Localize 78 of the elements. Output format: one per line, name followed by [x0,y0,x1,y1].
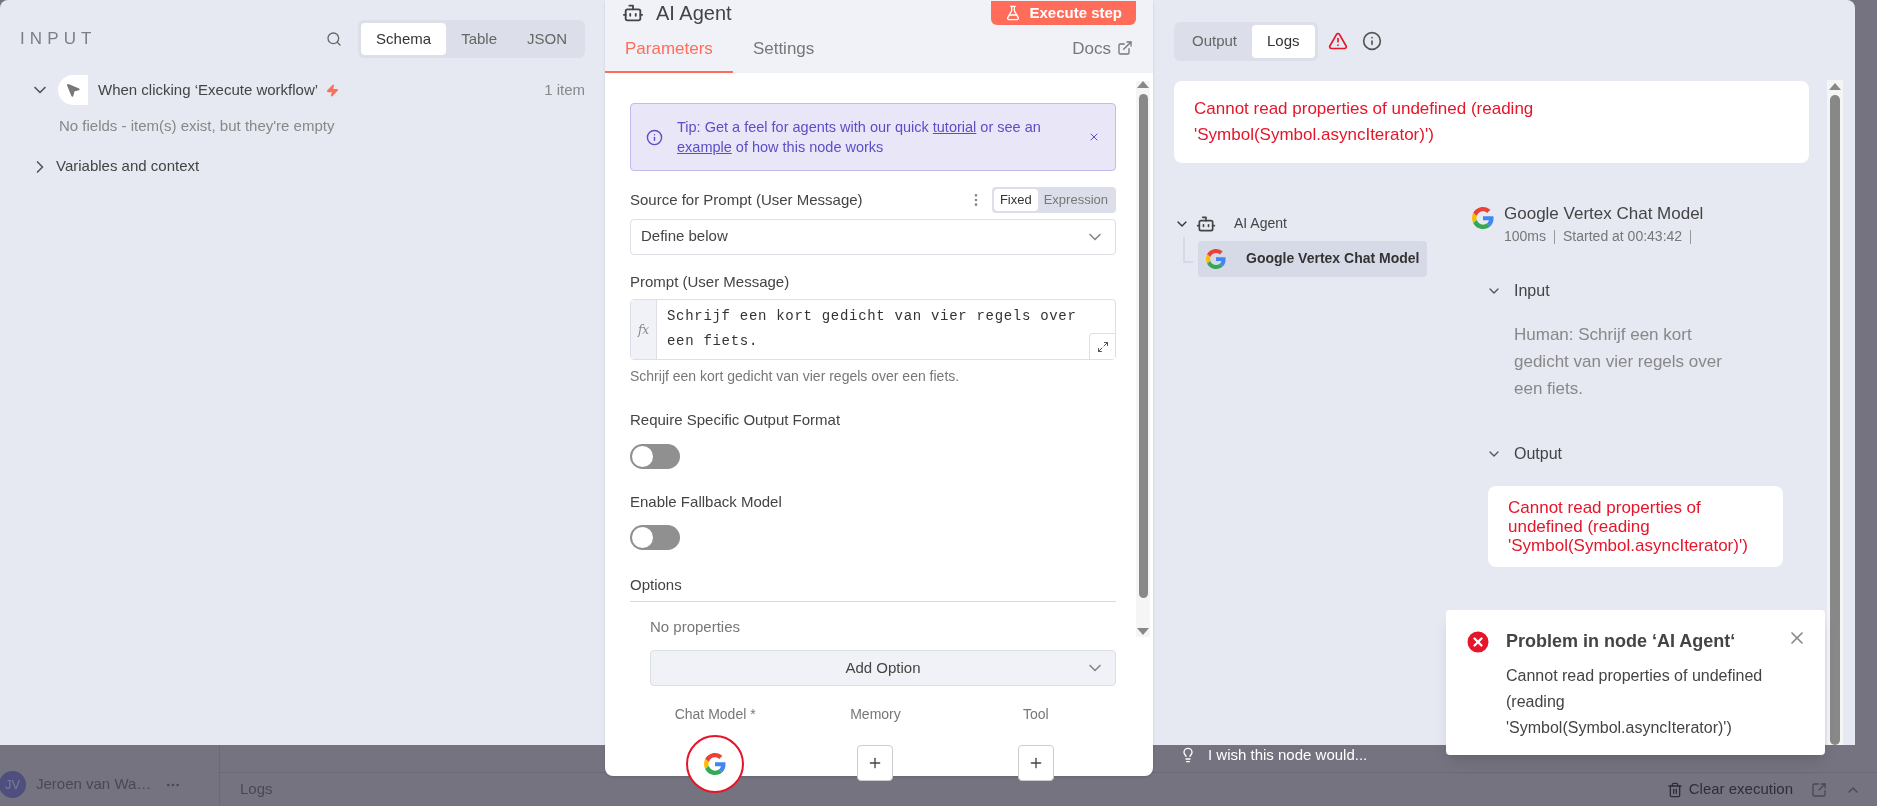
output-tab[interactable]: Logs [1252,25,1315,58]
search-icon[interactable] [326,31,343,47]
field-label: Enable Fallback Model [630,491,783,512]
empty-options-text: No properties [650,616,742,637]
toggle-switch[interactable] [630,443,680,469]
close-icon[interactable] [1088,131,1100,143]
toast-message: Cannot read properties of undefined (reading 'Symbol(Symbol.asyncIterator)') [1506,666,1764,738]
pop-out-icon[interactable] [1811,781,1827,798]
execute-step-button[interactable]: Execute step [991,1,1136,25]
field-label: Prompt (User Message) [630,271,791,292]
robot-icon [622,2,644,24]
tip-link[interactable]: tutorial [932,119,977,135]
trash-icon [1666,781,1683,798]
lightbulb-icon [1180,747,1196,763]
view-tab[interactable]: Schema [361,22,447,56]
connector-label: Memory [850,705,901,724]
warning-icon[interactable] [1327,31,1348,52]
info-icon [646,128,663,146]
view-tab[interactable]: JSON [512,22,582,56]
run-duration: 100ms [1504,227,1547,246]
output-error-message: Cannot read properties of undefined (reading 'Symbol(Symbol.asyncIterator)') [1488,486,1783,567]
log-tree-item[interactable]: AI Agent [1194,210,1289,237]
external-link-icon [1117,40,1133,57]
fx-icon: fx [637,320,650,339]
scrollbar-thumb[interactable] [1138,94,1148,598]
add-connection-button[interactable] [857,745,894,781]
field-label: Require Specific Output Format [630,410,842,430]
cursor-icon [65,82,81,98]
toggle-switch[interactable] [630,525,680,550]
mode-option[interactable]: Expression [1037,189,1114,211]
scroll-down-arrow-icon[interactable] [1137,628,1149,635]
run-title: Google Vertex Chat Model [1504,202,1704,225]
input-message: Human: Schrijf een kort gedicht van vier regels over een fiets. [1514,324,1723,400]
run-start-time: Started at 00:43:42 [1563,227,1683,246]
info-icon[interactable] [1361,31,1382,52]
log-tree-item[interactable]: Google Vertex Chat Model [1198,240,1428,277]
google-logo-icon [704,753,727,775]
tip-link[interactable]: example [677,139,732,155]
tree-item-label[interactable]: Variables and context [56,155,200,178]
docs-link[interactable]: Docs [1072,35,1133,61]
expand-icon [1096,340,1109,353]
node-title: AI Agent [656,1,732,26]
tip-text: Tip: Get a feel for agents with our quick tutorial or see an example of how this node works [677,118,1042,157]
error-message: Cannot read properties of undefined (reading 'Symbol(Symbol.asyncIterator)') [1174,80,1809,163]
scrollbar[interactable] [1136,81,1150,637]
scrollbar[interactable] [1827,80,1843,745]
tree-item-label[interactable]: When clicking ‘Execute workflow’ [98,78,319,102]
error-icon [1464,628,1492,656]
feedback-prompt[interactable]: I wish this node would... [1208,743,1368,767]
scrollbar-thumb[interactable] [1830,95,1840,745]
connector-label: Tool [1022,705,1049,724]
select-field[interactable]: Define below [630,218,1116,255]
add-option-dropdown[interactable]: Add Option [650,650,1116,686]
add-connection-button[interactable] [1017,745,1054,781]
panel-title: INPUT [20,28,97,51]
field-label: Options [630,575,683,595]
item-count: 1 item [544,79,585,100]
connector-label: Chat Model * [674,705,756,724]
empty-fields-note: No fields - item(s) exist, but they're empty [59,116,336,136]
flask-icon [1005,5,1022,21]
section-title[interactable]: Output [1514,442,1563,466]
google-logo-icon [1206,248,1226,269]
section-title[interactable]: Input [1514,279,1550,303]
field-hint: Schrijf een kort gedicht van vier regels over een fiets. [630,367,961,386]
scroll-up-arrow-icon[interactable] [1829,83,1841,90]
mode-option[interactable]: Fixed [993,189,1038,211]
connected-model-node[interactable] [686,735,745,793]
google-logo-icon [1472,206,1494,229]
toast-title: Problem in node ‘AI Agent‘ [1506,630,1737,653]
prompt-field[interactable]: fx Schrijf een kort gedicht van vier regels over een fiets. [630,299,1116,360]
node-tab[interactable]: Settings [732,26,835,73]
view-tab[interactable]: Table [446,22,512,56]
clear-execution-button[interactable]: Clear execution [1666,778,1793,801]
expand-button[interactable] [1089,333,1115,359]
output-tab[interactable]: Output [1177,25,1253,58]
lightning-icon [326,83,340,97]
scroll-up-arrow-icon[interactable] [1137,81,1149,88]
field-label: Source for Prompt (User Message) [630,189,863,210]
